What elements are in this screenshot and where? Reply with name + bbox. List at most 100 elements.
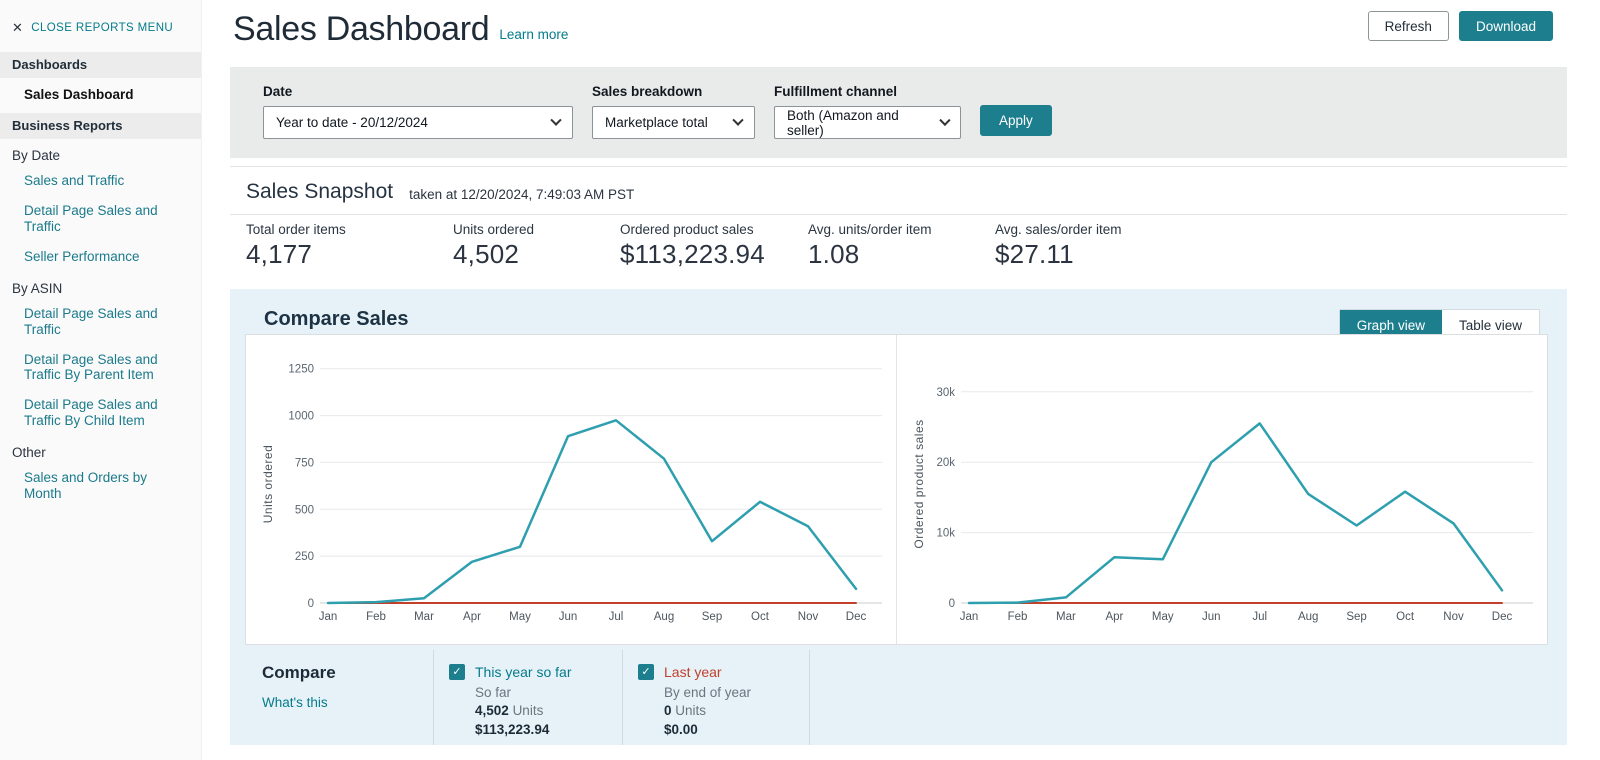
sales-breakdown-value: Marketplace total <box>605 115 708 130</box>
date-filter-label: Date <box>263 84 573 99</box>
svg-text:Nov: Nov <box>798 611 819 623</box>
sidebar-group-by-date: By Date <box>0 139 201 166</box>
compare-legend-head: Compare What's this <box>245 650 433 745</box>
metric-avg-sales-order-item: Avg. sales/order item $27.11 <box>995 222 1122 270</box>
close-icon: ✕ <box>12 20 23 36</box>
metric-value: 1.08 <box>808 239 932 270</box>
metric-total-order-items: Total order items 4,177 <box>246 222 346 270</box>
sidebar-item-sales-and-orders-by-month[interactable]: Sales and Orders by Month <box>0 463 201 509</box>
svg-text:Feb: Feb <box>1008 611 1028 623</box>
svg-text:750: 750 <box>295 457 314 469</box>
metric-label: Total order items <box>246 222 346 237</box>
svg-text:Units ordered: Units ordered <box>261 445 275 524</box>
metric-label: Avg. sales/order item <box>995 222 1122 237</box>
sidebar-item-seller-performance[interactable]: Seller Performance <box>0 242 201 272</box>
sidebar-item-sales-and-traffic[interactable]: Sales and Traffic <box>0 166 201 196</box>
svg-text:Sep: Sep <box>1346 611 1366 623</box>
sidebar-group-other: Other <box>0 436 201 463</box>
ordered-product-sales-chart: 010k20k30kJanFebMarAprMayJunJulAugSepOct… <box>897 335 1547 644</box>
top-actions: Refresh Download <box>1368 11 1553 41</box>
svg-text:0: 0 <box>308 598 314 610</box>
units-ordered-chart: 025050075010001250JanFebMarAprMayJunJulA… <box>246 335 897 644</box>
metric-value: 4,502 <box>453 239 534 270</box>
apply-button[interactable]: Apply <box>980 105 1052 136</box>
learn-more-link[interactable]: Learn more <box>499 27 568 49</box>
svg-text:10k: 10k <box>936 528 955 540</box>
fulfillment-channel-filter: Fulfillment channel Both (Amazon and sel… <box>774 84 961 158</box>
close-reports-menu-button[interactable]: ✕ CLOSE REPORTS MENU <box>0 0 201 52</box>
legend-last-year-text: Last year By end of year 0 Units $0.00 <box>664 663 751 745</box>
svg-text:Aug: Aug <box>654 611 674 623</box>
sales-breakdown-select[interactable]: Marketplace total <box>592 106 755 139</box>
legend-item-last-year: ✓ Last year By end of year 0 Units $0.00 <box>622 650 810 745</box>
compare-title: Compare <box>262 663 433 683</box>
chevron-down-icon <box>939 114 950 125</box>
svg-text:Jun: Jun <box>559 611 578 623</box>
svg-text:Ordered product sales: Ordered product sales <box>912 419 926 548</box>
chevron-down-icon <box>732 114 743 125</box>
units-value: 0 <box>664 703 672 718</box>
chevron-down-icon <box>550 114 561 125</box>
svg-text:Jan: Jan <box>319 611 338 623</box>
metric-avg-units-order-item: Avg. units/order item 1.08 <box>808 222 932 270</box>
legend-item-this-year: ✓ This year so far So far 4,502 Units $1… <box>433 650 622 745</box>
sidebar-item-detail-page-by-child-item[interactable]: Detail Page Sales and Traffic By Child I… <box>0 390 201 436</box>
svg-text:Mar: Mar <box>1056 611 1076 623</box>
last-year-checkbox[interactable]: ✓ <box>638 664 654 680</box>
svg-text:500: 500 <box>295 504 314 516</box>
download-button[interactable]: Download <box>1459 11 1553 41</box>
page-title-row: Sales Dashboard Learn more <box>233 10 568 49</box>
snapshot-metrics: Total order items 4,177 Units ordered 4,… <box>230 215 1567 289</box>
compare-sales-title: Compare Sales <box>264 308 409 331</box>
legend-this-year-text: This year so far So far 4,502 Units $113… <box>475 663 571 745</box>
fulfillment-channel-label: Fulfillment channel <box>774 84 961 99</box>
sidebar-group-by-asin: By ASIN <box>0 272 201 299</box>
sales-snapshot-title: Sales Snapshot <box>246 180 393 204</box>
charts-panel: 025050075010001250JanFebMarAprMayJunJulA… <box>245 334 1548 645</box>
svg-text:Dec: Dec <box>846 611 867 623</box>
sales-snapshot-header: Sales Snapshot taken at 12/20/2024, 7:49… <box>230 167 1567 215</box>
sidebar-item-detail-page-sales-and-traffic-by-date[interactable]: Detail Page Sales and Traffic <box>0 196 201 242</box>
svg-text:Aug: Aug <box>1298 611 1318 623</box>
fulfillment-channel-value: Both (Amazon and seller) <box>787 108 927 138</box>
svg-text:Dec: Dec <box>1492 611 1513 623</box>
sidebar-item-detail-page-sales-and-traffic-by-asin[interactable]: Detail Page Sales and Traffic <box>0 299 201 345</box>
sidebar-section-business-reports: Business Reports <box>0 113 201 139</box>
fulfillment-channel-select[interactable]: Both (Amazon and seller) <box>774 106 961 139</box>
sidebar-item-sales-dashboard[interactable]: Sales Dashboard <box>0 78 201 113</box>
date-select[interactable]: Year to date - 20/12/2024 <box>263 106 573 139</box>
svg-text:Oct: Oct <box>1396 611 1415 623</box>
date-filter: Date Year to date - 20/12/2024 <box>263 84 573 158</box>
svg-text:1000: 1000 <box>288 411 314 423</box>
this-year-checkbox[interactable]: ✓ <box>449 664 465 680</box>
reports-sidebar: ✕ CLOSE REPORTS MENU Dashboards Sales Da… <box>0 0 202 760</box>
sidebar-item-detail-page-by-parent-item[interactable]: Detail Page Sales and Traffic By Parent … <box>0 345 201 391</box>
metric-value: $27.11 <box>995 239 1122 270</box>
legend-last-year-sub: By end of year <box>664 684 751 703</box>
svg-text:1250: 1250 <box>288 364 314 376</box>
metric-value: 4,177 <box>246 239 346 270</box>
svg-text:Mar: Mar <box>414 611 434 623</box>
svg-text:30k: 30k <box>936 387 955 399</box>
sales-snapshot-section: Sales Snapshot taken at 12/20/2024, 7:49… <box>230 166 1567 289</box>
legend-last-year-name: Last year <box>664 663 751 683</box>
svg-text:May: May <box>1152 611 1174 623</box>
units-word: Units <box>675 703 706 718</box>
svg-text:Sep: Sep <box>702 611 722 623</box>
metric-ordered-product-sales: Ordered product sales $113,223.94 <box>620 222 765 270</box>
refresh-button[interactable]: Refresh <box>1368 11 1449 41</box>
metric-label: Ordered product sales <box>620 222 765 237</box>
legend-this-year-sales: $113,223.94 <box>475 721 571 740</box>
svg-text:Apr: Apr <box>1105 611 1123 623</box>
sales-snapshot-timestamp: taken at 12/20/2024, 7:49:03 AM PST <box>409 187 634 204</box>
legend-this-year-sub: So far <box>475 684 571 703</box>
svg-text:Apr: Apr <box>463 611 481 623</box>
svg-text:20k: 20k <box>936 457 955 469</box>
svg-text:Jun: Jun <box>1202 611 1221 623</box>
metric-label: Units ordered <box>453 222 534 237</box>
svg-text:Jan: Jan <box>960 611 979 623</box>
sales-breakdown-label: Sales breakdown <box>592 84 755 99</box>
legend-this-year-name: This year so far <box>475 663 571 683</box>
filter-bar: Date Year to date - 20/12/2024 Sales bre… <box>230 67 1567 158</box>
whats-this-link[interactable]: What's this <box>262 695 433 710</box>
